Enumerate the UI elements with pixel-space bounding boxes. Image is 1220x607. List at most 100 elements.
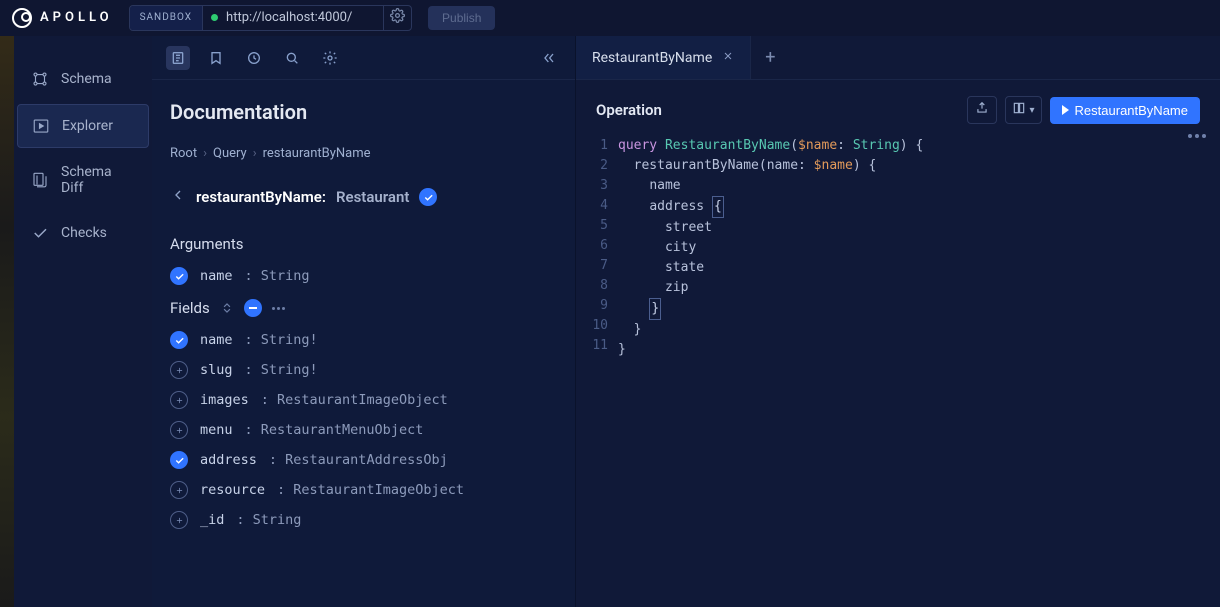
chevron-down-icon: ▾ xyxy=(1030,105,1035,116)
operation-header: Operation xyxy=(596,101,959,119)
field-name: resource xyxy=(200,482,265,498)
sandbox-url-box: SANDBOX http://localhost:4000/ xyxy=(129,5,412,31)
doc-toolbar xyxy=(152,36,575,80)
field-row[interactable]: address : RestaurantAddressObj xyxy=(170,451,557,469)
sidebar-item-explorer[interactable]: Explorer xyxy=(17,104,149,148)
arguments-section-header: Arguments xyxy=(170,235,557,253)
field-name: address xyxy=(200,452,257,468)
run-operation-button[interactable]: RestaurantByName xyxy=(1050,97,1200,124)
field-name: name xyxy=(200,268,233,284)
sidebar-item-schema-diff[interactable]: Schema Diff xyxy=(17,152,149,208)
editor-gutter: 1234567891011 xyxy=(576,136,618,360)
breadcrumb-item[interactable]: Root xyxy=(170,146,197,161)
code-editor[interactable]: 1234567891011 query RestaurantByName($na… xyxy=(576,132,1220,360)
history-button[interactable] xyxy=(242,46,266,70)
fields-section-header: Fields xyxy=(170,299,557,317)
editor-more-button[interactable] xyxy=(1188,134,1206,138)
tab-operation[interactable]: RestaurantByName xyxy=(576,36,751,79)
settings-button[interactable] xyxy=(318,46,342,70)
included-badge-icon xyxy=(419,188,437,206)
sidebar-nav: Schema Explorer Schema Diff Checks xyxy=(14,36,152,607)
gear-icon xyxy=(390,8,405,27)
editor-code[interactable]: query RestaurantByName($name: String) { … xyxy=(618,136,1220,360)
documentation-title: Documentation xyxy=(170,100,557,124)
diff-icon xyxy=(31,171,49,189)
status-dot-icon xyxy=(211,14,218,21)
sort-button[interactable] xyxy=(220,301,234,315)
field-row[interactable]: images: RestaurantImageObject xyxy=(170,391,557,409)
schema-icon xyxy=(31,70,49,88)
deselect-all-button[interactable] xyxy=(244,299,262,317)
collapse-panel-button[interactable] xyxy=(537,46,561,70)
layout-button[interactable]: ▾ xyxy=(1005,96,1042,124)
share-button[interactable] xyxy=(967,96,997,124)
field-type: : String! xyxy=(245,362,318,378)
field-type: : RestaurantImageObject xyxy=(277,482,464,498)
minus-icon xyxy=(249,307,257,309)
add-field-button[interactable] xyxy=(170,511,188,529)
breadcrumb: Root › Query › restaurantByName xyxy=(170,146,557,161)
field-row[interactable]: menu : RestaurantMenuObject xyxy=(170,421,557,439)
docs-view-button[interactable] xyxy=(166,46,190,70)
field-row[interactable]: name : String! xyxy=(170,331,557,349)
signature-name: restaurantByName: xyxy=(196,188,326,206)
field-type: : String! xyxy=(245,332,318,348)
field-checked-icon[interactable] xyxy=(170,331,188,349)
sidebar-item-label: Checks xyxy=(61,225,107,241)
checks-icon xyxy=(31,224,49,242)
apollo-logo-icon xyxy=(12,8,32,28)
brand-text: APOLLO xyxy=(40,10,113,25)
operation-panel: RestaurantByName + Operation ▾ Restauran… xyxy=(576,36,1220,607)
add-field-button[interactable] xyxy=(170,421,188,439)
field-name: name xyxy=(200,332,233,348)
breadcrumb-item[interactable]: Query xyxy=(213,146,247,161)
field-row[interactable]: slug : String! xyxy=(170,361,557,379)
run-label: RestaurantByName xyxy=(1075,103,1188,118)
settings-gear-button[interactable] xyxy=(383,6,411,30)
signature-type[interactable]: Restaurant xyxy=(336,188,409,206)
chevron-right-icon: › xyxy=(203,146,207,161)
chevron-right-icon: › xyxy=(253,146,257,161)
field-type: : String xyxy=(245,268,310,284)
url-input[interactable]: http://localhost:4000/ xyxy=(203,10,383,25)
field-type: : RestaurantImageObject xyxy=(261,392,448,408)
documentation-panel: Documentation Root › Query › restaurantByNam… xyxy=(152,36,576,607)
field-type: : String xyxy=(236,512,301,528)
tab-label: RestaurantByName xyxy=(592,50,712,66)
sidebar-item-schema[interactable]: Schema xyxy=(17,58,149,100)
publish-button[interactable]: Publish xyxy=(428,6,495,30)
back-arrow-button[interactable] xyxy=(170,187,186,207)
field-row[interactable]: resource : RestaurantImageObject xyxy=(170,481,557,499)
breadcrumb-item[interactable]: restaurantByName xyxy=(263,146,371,161)
add-field-button[interactable] xyxy=(170,391,188,409)
apollo-logo: APOLLO xyxy=(12,8,113,28)
add-field-button[interactable] xyxy=(170,481,188,499)
argument-row[interactable]: name : String xyxy=(170,267,557,285)
add-field-button[interactable] xyxy=(170,361,188,379)
topbar: APOLLO SANDBOX http://localhost:4000/ Pu… xyxy=(0,0,1220,36)
field-checked-icon[interactable] xyxy=(170,267,188,285)
layout-icon xyxy=(1012,101,1026,119)
field-type: : RestaurantMenuObject xyxy=(245,422,424,438)
explorer-icon xyxy=(32,117,50,135)
tab-bar: RestaurantByName + xyxy=(576,36,1220,80)
field-name: menu xyxy=(200,422,233,438)
sidebar-item-label: Explorer xyxy=(62,118,113,134)
window-edge xyxy=(0,36,14,607)
field-name: _id xyxy=(200,512,224,528)
url-text[interactable]: http://localhost:4000/ xyxy=(226,10,352,25)
sidebar-item-checks[interactable]: Checks xyxy=(17,212,149,254)
fields-label: Fields xyxy=(170,299,210,317)
search-button[interactable] xyxy=(280,46,304,70)
field-checked-icon[interactable] xyxy=(170,451,188,469)
add-tab-button[interactable]: + xyxy=(751,47,789,68)
close-tab-button[interactable] xyxy=(722,50,734,66)
sandbox-tag: SANDBOX xyxy=(130,6,203,30)
sidebar-item-label: Schema xyxy=(61,71,112,87)
play-icon xyxy=(1062,105,1069,115)
more-options-button[interactable] xyxy=(272,307,285,310)
field-type: : RestaurantAddressObj xyxy=(269,452,448,468)
field-name: slug xyxy=(200,362,233,378)
field-row[interactable]: _id : String xyxy=(170,511,557,529)
bookmark-button[interactable] xyxy=(204,46,228,70)
